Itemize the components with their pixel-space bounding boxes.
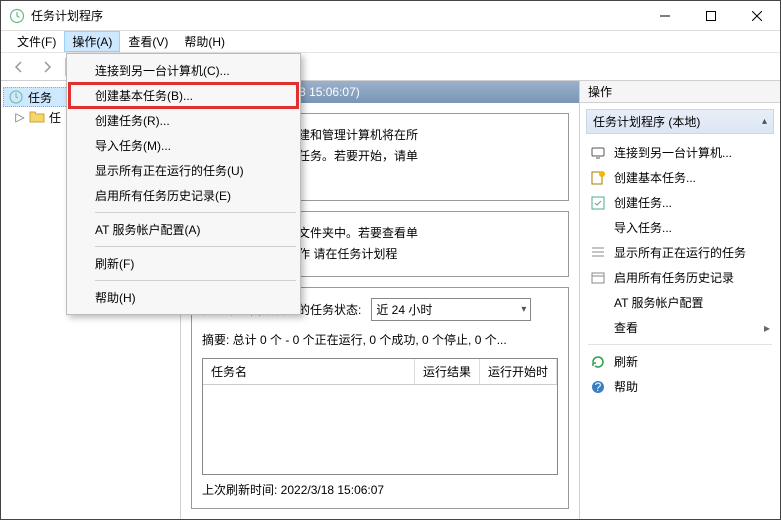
import-icon [590,220,606,236]
menu-file[interactable]: 文件(F) [9,31,64,52]
actions-group-header[interactable]: 任务计划程序 (本地) ▴ [586,109,774,134]
period-value: 近 24 小时 [376,301,432,318]
tree-child-label: 任 [49,109,61,126]
col-name[interactable]: 任务名 [203,359,415,384]
menu-separator [95,212,296,213]
menu-connect[interactable]: 连接到另一台计算机(C)... [69,58,298,83]
action-refresh[interactable]: 刷新 [586,349,774,374]
collapse-icon: ▴ [762,116,767,127]
svg-text:?: ? [595,380,602,394]
menu-bar: 文件(F) 操作(A) 查看(V) 帮助(H) [1,31,780,53]
chevron-down-icon: ▾ [521,304,526,315]
action-at-config[interactable]: AT 服务帐户配置 [586,290,774,315]
action-create-basic[interactable]: 创建基本任务... [586,165,774,190]
table-header: 任务名 运行结果 运行开始时 [203,359,557,385]
window-title: 任务计划程序 [31,7,103,24]
tree-root-label: 任务 [28,89,52,106]
period-combobox[interactable]: 近 24 小时 ▾ [371,298,531,321]
computer-icon [590,145,606,161]
menu-help[interactable]: 帮助(H) [69,285,298,310]
action-connect[interactable]: 连接到另一台计算机... [586,140,774,165]
clock-icon [8,89,24,105]
task-table: 任务名 运行结果 运行开始时 [202,358,558,475]
action-menu-dropdown: 连接到另一台计算机(C)... 创建基本任务(B)... 创建任务(R)... … [66,53,301,315]
menu-help[interactable]: 帮助(H) [176,31,233,52]
menu-separator [95,246,296,247]
separator [588,344,772,345]
help-icon: ? [590,379,606,395]
task-icon [590,195,606,211]
status-panel: 在以下时间段启动的任务状态: 近 24 小时 ▾ 摘要: 总计 0 个 - 0 … [191,287,569,509]
action-create-task[interactable]: 创建任务... [586,190,774,215]
menu-import-task[interactable]: 导入任务(M)... [69,133,298,158]
actions-list-2: 刷新 ?帮助 [580,349,780,399]
nav-forward-button[interactable] [35,56,59,78]
actions-list: 连接到另一台计算机... 创建基本任务... 创建任务... 导入任务... 显… [580,140,780,340]
menu-view[interactable]: 查看(V) [120,31,176,52]
history-icon [590,270,606,286]
menu-action[interactable]: 操作(A) [64,31,120,52]
actions-group-label: 任务计划程序 (本地) [593,113,700,130]
user-icon [590,295,606,311]
window: 任务计划程序 文件(F) 操作(A) 查看(V) 帮助(H) 任务 ▷ [0,0,781,520]
refresh-icon [590,354,606,370]
last-refresh: 上次刷新时间: 2022/3/18 15:06:07 [202,475,558,498]
maximize-button[interactable] [688,1,734,31]
actions-panel: 操作 任务计划程序 (本地) ▴ 连接到另一台计算机... 创建基本任务... … [580,81,780,519]
nav-back-button[interactable] [7,56,31,78]
view-icon [590,320,606,336]
col-result[interactable]: 运行结果 [415,359,480,384]
menu-separator [95,280,296,281]
window-controls [642,1,780,31]
folder-icon [29,109,45,125]
close-button[interactable] [734,1,780,31]
menu-enable-history[interactable]: 启用所有任务历史记录(E) [69,183,298,208]
action-help[interactable]: ?帮助 [586,374,774,399]
action-import[interactable]: 导入任务... [586,215,774,240]
menu-create-task[interactable]: 创建任务(R)... [69,108,298,133]
actions-title: 操作 [580,81,780,103]
action-view[interactable]: 查看▸ [586,315,774,340]
menu-refresh[interactable]: 刷新(F) [69,251,298,276]
col-start[interactable]: 运行开始时 [480,359,557,384]
expand-icon[interactable]: ▷ [15,110,25,124]
title-bar: 任务计划程序 [1,1,780,31]
chevron-right-icon: ▸ [764,321,770,335]
menu-at-config[interactable]: AT 服务帐户配置(A) [69,217,298,242]
action-enable-history[interactable]: 启用所有任务历史记录 [586,265,774,290]
wizard-icon [590,170,606,186]
summary-text: 摘要: 总计 0 个 - 0 个正在运行, 0 个成功, 0 个停止, 0 个.… [202,331,558,348]
menu-create-basic-task[interactable]: 创建基本任务(B)... [69,83,298,108]
menu-show-running[interactable]: 显示所有正在运行的任务(U) [69,158,298,183]
minimize-button[interactable] [642,1,688,31]
app-icon [9,8,25,24]
action-show-running[interactable]: 显示所有正在运行的任务 [586,240,774,265]
list-icon [590,245,606,261]
